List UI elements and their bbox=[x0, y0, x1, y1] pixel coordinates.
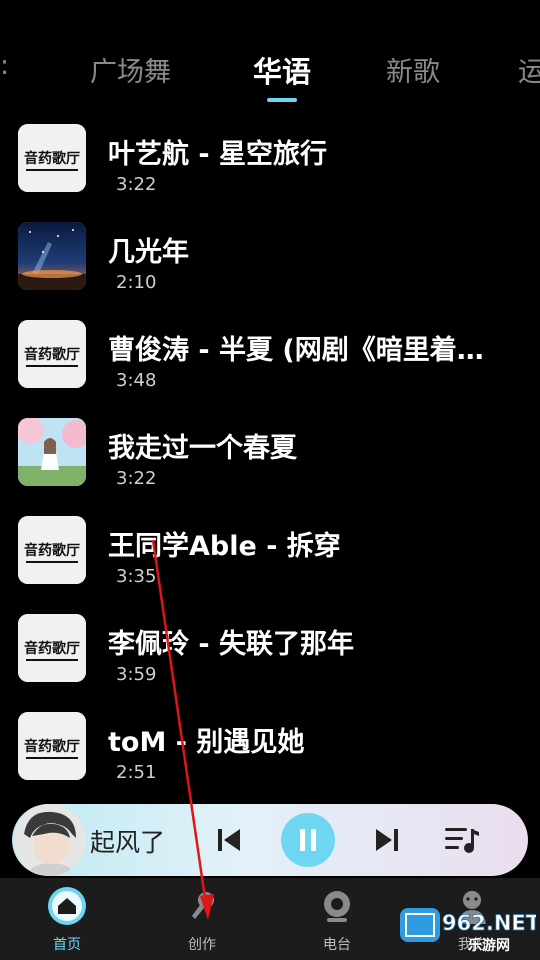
nav-label-radio: 电台 bbox=[323, 937, 351, 953]
radio-icon bbox=[324, 891, 350, 922]
anime-girl-cover-icon bbox=[18, 418, 86, 486]
song-cover bbox=[18, 418, 86, 486]
tab-square-dance[interactable]: 广场舞 bbox=[90, 50, 171, 89]
song-item[interactable]: 音药歌厅 王同学Able - 拆穿 3:35 bbox=[0, 516, 540, 613]
song-duration: 3:22 bbox=[116, 174, 157, 195]
svg-text:音药歌厅: 音药歌厅 bbox=[24, 150, 80, 167]
song-cover: 音药歌厅 bbox=[18, 516, 86, 584]
song-duration: 3:59 bbox=[116, 664, 157, 685]
tab-new-songs[interactable]: 新歌 bbox=[386, 50, 440, 89]
mini-player[interactable]: 起风了 bbox=[12, 804, 528, 876]
svg-text:音药歌厅: 音药歌厅 bbox=[24, 738, 80, 755]
pause-button[interactable] bbox=[281, 813, 335, 867]
nav-home[interactable]: 首页 bbox=[22, 878, 112, 960]
song-title: 我走过一个春夏 bbox=[108, 433, 297, 464]
song-cover: 音药歌厅 bbox=[18, 124, 86, 192]
song-item[interactable]: 音药歌厅 曹俊涛 - 半夏 (网剧《暗里着… 3:48 bbox=[0, 320, 540, 417]
brand-logo-cover-icon: 音药歌厅 bbox=[18, 712, 86, 780]
pause-icon bbox=[300, 829, 316, 851]
svg-text:乐游网: 乐游网 bbox=[468, 937, 510, 954]
next-icon bbox=[376, 829, 398, 851]
song-item[interactable]: 音药歌厅 toM - 别遇见她 2:51 bbox=[0, 712, 540, 809]
nav-label-home: 首页 bbox=[53, 937, 81, 953]
song-title: 李佩玲 - 失联了那年 bbox=[108, 629, 355, 660]
song-item[interactable]: 音药歌厅 叶艺航 - 星空旅行 3:22 bbox=[0, 124, 540, 221]
previous-button[interactable] bbox=[212, 804, 246, 876]
home-icon bbox=[48, 887, 86, 925]
category-tabs: : 广场舞 华语 新歌 运 bbox=[0, 0, 540, 110]
song-cover bbox=[18, 222, 86, 290]
nav-label-create: 创作 bbox=[188, 937, 216, 953]
song-duration: 2:10 bbox=[116, 272, 157, 293]
svg-text:音药歌厅: 音药歌厅 bbox=[24, 542, 80, 559]
nav-create[interactable]: 创作 bbox=[157, 878, 247, 960]
now-playing-avatar-icon bbox=[14, 804, 86, 876]
song-item[interactable]: 音药歌厅 李佩玲 - 失联了那年 3:59 bbox=[0, 614, 540, 711]
watermark-logo-icon: 962.NET 乐游网 bbox=[400, 908, 536, 954]
song-duration: 3:48 bbox=[116, 370, 157, 391]
svg-text:962.NET: 962.NET bbox=[442, 911, 536, 935]
now-playing-title[interactable]: 起风了 bbox=[90, 823, 165, 859]
brand-logo-cover-icon: 音药歌厅 bbox=[18, 124, 86, 192]
brand-logo-cover-icon: 音药歌厅 bbox=[18, 320, 86, 388]
brand-logo-cover-icon: 音药歌厅 bbox=[18, 516, 86, 584]
song-title: 叶艺航 - 星空旅行 bbox=[108, 139, 328, 170]
song-title: toM - 别遇见她 bbox=[108, 727, 305, 758]
nav-radio[interactable]: 电台 bbox=[292, 878, 382, 960]
song-cover: 音药歌厅 bbox=[18, 614, 86, 682]
song-duration: 3:35 bbox=[116, 566, 157, 587]
song-cover: 音药歌厅 bbox=[18, 712, 86, 780]
tab-partial-left[interactable]: : bbox=[0, 50, 9, 81]
playlist-button[interactable] bbox=[440, 804, 484, 876]
mic-icon bbox=[192, 892, 214, 919]
song-item[interactable]: 几光年 2:10 bbox=[0, 222, 540, 319]
tab-chinese[interactable]: 华语 bbox=[253, 49, 311, 91]
song-duration: 2:51 bbox=[116, 762, 157, 783]
previous-icon bbox=[218, 829, 240, 851]
starry-sky-cover-icon bbox=[18, 222, 86, 290]
song-title: 王同学Able - 拆穿 bbox=[108, 531, 341, 562]
song-duration: 3:22 bbox=[116, 468, 157, 489]
svg-text:音药歌厅: 音药歌厅 bbox=[24, 640, 80, 657]
song-item[interactable]: 我走过一个春夏 3:22 bbox=[0, 418, 540, 515]
tab-partial-right[interactable]: 运 bbox=[518, 50, 540, 89]
brand-logo-cover-icon: 音药歌厅 bbox=[18, 614, 86, 682]
next-button[interactable] bbox=[370, 804, 404, 876]
active-tab-indicator bbox=[267, 98, 297, 102]
now-playing-cover[interactable] bbox=[14, 804, 86, 876]
song-cover: 音药歌厅 bbox=[18, 320, 86, 388]
song-title: 曹俊涛 - 半夏 (网剧《暗里着… bbox=[108, 335, 484, 366]
svg-text:音药歌厅: 音药歌厅 bbox=[24, 346, 80, 363]
playlist-icon bbox=[445, 828, 479, 853]
song-title: 几光年 bbox=[108, 237, 189, 268]
